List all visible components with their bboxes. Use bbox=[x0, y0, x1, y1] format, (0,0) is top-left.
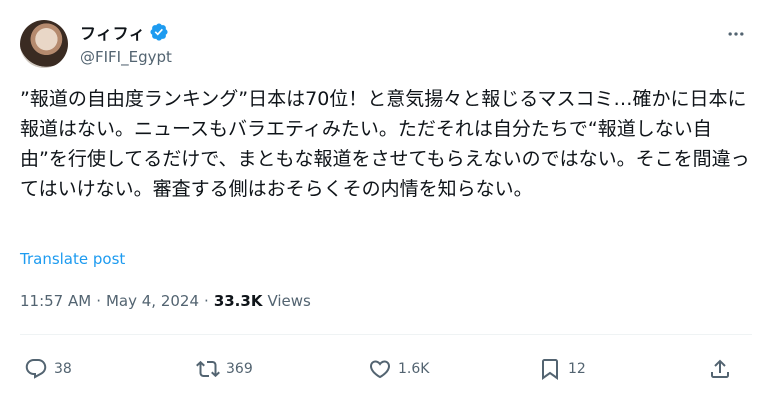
bookmark-icon bbox=[542, 359, 558, 380]
like-count: 1.6K bbox=[398, 361, 430, 377]
share-icon bbox=[711, 359, 729, 378]
like-button[interactable]: 1.6K bbox=[368, 354, 429, 384]
bookmark-button[interactable]: 12 bbox=[538, 354, 586, 384]
post-time[interactable]: 11:57 AM bbox=[20, 292, 91, 310]
reply-button[interactable]: 38 bbox=[24, 354, 72, 384]
avatar[interactable] bbox=[20, 20, 68, 68]
author-name-row: フィフィ bbox=[80, 20, 169, 44]
post-text: ”報道の自由度ランキング”日本は70位！と意気揚々と報じるマスコミ…確かに日本に… bbox=[20, 88, 750, 200]
post-date[interactable]: May 4, 2024 bbox=[106, 292, 199, 310]
post-meta: 11:57 AM · May 4, 2024 · 33.3K Views bbox=[20, 292, 311, 310]
reply-icon bbox=[25, 359, 47, 379]
heart-icon bbox=[369, 360, 391, 379]
repost-icon bbox=[196, 360, 220, 378]
divider bbox=[20, 334, 752, 335]
verified-badge-icon[interactable] bbox=[149, 22, 169, 42]
repost-count: 369 bbox=[226, 361, 253, 377]
translate-post-link[interactable]: Translate post bbox=[20, 250, 125, 268]
share-button[interactable] bbox=[708, 354, 732, 384]
author-handle[interactable]: @FIFI_Egypt bbox=[80, 48, 172, 66]
meta-separator: · bbox=[204, 292, 209, 310]
repost-button[interactable]: 369 bbox=[196, 354, 253, 384]
tweet: フィフィ @FIFI_Egypt ”報道の自由度ランキング”日本は70位！と意気… bbox=[0, 0, 772, 406]
bookmark-count: 12 bbox=[568, 361, 586, 377]
meta-separator: · bbox=[96, 292, 101, 310]
display-name[interactable]: フィフィ bbox=[80, 20, 145, 44]
action-bar: 38 369 1.6K 12 bbox=[20, 354, 752, 384]
more-options-icon[interactable] bbox=[724, 22, 748, 46]
reply-count: 38 bbox=[54, 361, 72, 377]
views-label: Views bbox=[267, 292, 311, 310]
views-count: 33.3K bbox=[213, 292, 263, 310]
